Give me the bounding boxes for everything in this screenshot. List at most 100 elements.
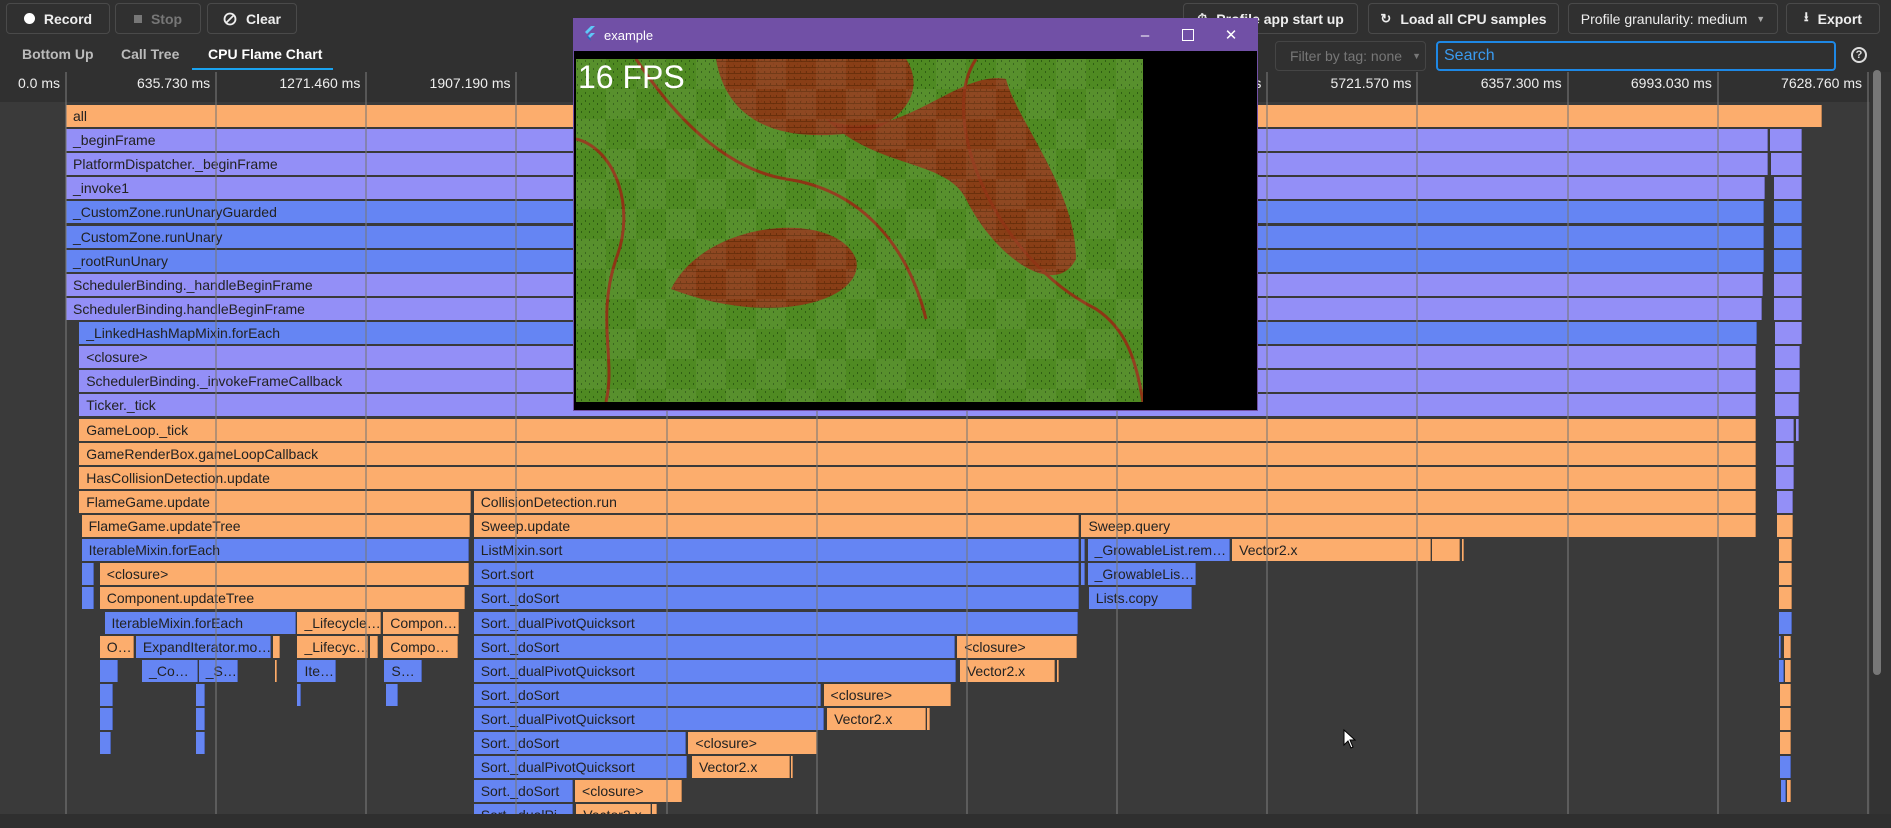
flame-frame[interactable]	[790, 756, 794, 779]
flame-frame[interactable]: O…	[99, 635, 134, 658]
flame-frame[interactable]	[1770, 129, 1802, 152]
flame-frame[interactable]: Sort._doSort	[473, 732, 686, 755]
export-button[interactable]: ⭳ Export	[1786, 3, 1880, 34]
load-all-samples-button[interactable]: ↻ Load all CPU samples	[1368, 3, 1559, 34]
flame-frame[interactable]: S…	[384, 659, 422, 682]
flame-frame[interactable]	[1787, 780, 1791, 803]
flame-frame[interactable]: Sweep.query	[1081, 515, 1756, 538]
profile-granularity-dropdown[interactable]: Profile granularity: medium ▼	[1568, 3, 1778, 34]
flame-frame[interactable]: Vector2.x	[1232, 539, 1432, 562]
tab-call-tree[interactable]: Call Tree	[121, 46, 179, 62]
flame-frame[interactable]: Compo…	[383, 635, 458, 658]
flame-frame[interactable]	[370, 635, 379, 658]
flame-frame[interactable]: Vector2.x	[827, 708, 927, 730]
flame-frame[interactable]	[1779, 708, 1791, 730]
flame-frame[interactable]: Sort._dualPivotQuicksort	[473, 659, 957, 682]
flame-frame[interactable]: Lists.copy	[1088, 587, 1193, 610]
flame-frame[interactable]	[274, 659, 278, 682]
flame-frame[interactable]: GameLoop._tick	[79, 418, 1756, 441]
flame-frame[interactable]	[1776, 442, 1795, 465]
flame-frame[interactable]: CollisionDetection.run	[473, 490, 1756, 513]
flame-frame[interactable]: FlameGame.updateTree	[81, 515, 471, 538]
flame-frame[interactable]: HasCollisionDetection.update	[79, 466, 1756, 489]
flame-frame[interactable]	[1778, 659, 1784, 682]
flame-frame[interactable]	[196, 732, 205, 755]
flame-frame[interactable]: _Lifecyc…	[297, 635, 368, 658]
flame-frame[interactable]: IterableMixin.forEach	[104, 611, 297, 634]
flame-frame[interactable]: Vector2.x	[691, 756, 790, 779]
flame-frame[interactable]	[1774, 322, 1802, 345]
scrollbar-thumb[interactable]	[1873, 70, 1881, 675]
flame-frame[interactable]: Sort._dualPivotQuicksort	[473, 708, 824, 730]
flame-frame[interactable]	[99, 659, 118, 682]
horizontal-scroll-area[interactable]	[0, 814, 1891, 828]
flame-frame[interactable]: IterableMixin.forEach	[81, 539, 469, 562]
flame-frame[interactable]	[1773, 297, 1802, 320]
filter-by-tag-dropdown[interactable]: Filter by tag: none ▼	[1275, 41, 1426, 71]
flame-frame[interactable]	[297, 683, 302, 706]
flame-frame[interactable]	[1779, 683, 1791, 706]
flame-frame[interactable]: Vector2.x	[959, 659, 1055, 682]
help-circle-icon[interactable]: ?	[1851, 47, 1867, 63]
flame-frame[interactable]	[1777, 490, 1794, 513]
flame-frame[interactable]: Compon…	[383, 611, 460, 634]
search-input[interactable]	[1436, 41, 1836, 71]
tab-bottom-up[interactable]: Bottom Up	[22, 46, 94, 62]
flame-frame[interactable]	[652, 804, 657, 814]
maximize-icon[interactable]	[1176, 23, 1200, 47]
flame-frame[interactable]: Sort._doSort	[473, 683, 821, 706]
flame-frame[interactable]	[81, 563, 94, 586]
record-button[interactable]: Record	[6, 3, 110, 34]
flame-frame[interactable]: Sort._doSort	[473, 780, 573, 803]
flame-frame[interactable]: Vector2.x	[576, 804, 652, 814]
flame-frame[interactable]	[1783, 635, 1791, 658]
flame-frame[interactable]: <closure>	[688, 732, 818, 755]
flame-frame[interactable]	[1778, 587, 1792, 610]
flame-frame[interactable]: <closure>	[575, 780, 683, 803]
flame-frame[interactable]	[1774, 370, 1801, 393]
flame-frame[interactable]	[196, 683, 205, 706]
flame-frame[interactable]	[1779, 732, 1791, 755]
flame-frame[interactable]: Sort._dualPi…	[473, 804, 573, 814]
flame-frame[interactable]: Ite…	[297, 659, 337, 682]
flame-frame[interactable]	[1057, 659, 1060, 682]
flame-frame[interactable]	[1778, 611, 1792, 634]
flame-frame[interactable]	[99, 732, 111, 755]
flame-frame[interactable]	[1784, 659, 1791, 682]
flame-frame[interactable]: _S…	[198, 659, 239, 682]
flame-frame[interactable]: ExpandIterator.mo…	[135, 635, 272, 658]
app-window[interactable]: example – ✕ 16 FPS	[573, 18, 1258, 411]
flame-frame[interactable]	[99, 683, 113, 706]
flame-frame[interactable]	[1778, 563, 1792, 586]
flame-frame[interactable]	[1773, 177, 1802, 200]
flame-frame[interactable]	[1773, 273, 1802, 296]
flame-frame[interactable]	[1773, 201, 1802, 224]
tab-cpu-flame-chart[interactable]: CPU Flame Chart	[208, 46, 322, 62]
flame-frame[interactable]: _GrowableLis…	[1087, 563, 1196, 586]
flame-frame[interactable]	[81, 587, 94, 610]
flame-frame[interactable]	[273, 635, 280, 658]
flame-frame[interactable]	[1432, 539, 1461, 562]
close-icon[interactable]: ✕	[1219, 23, 1243, 47]
app-title-bar[interactable]: example – ✕	[574, 19, 1257, 51]
flame-frame[interactable]: FlameGame.update	[79, 490, 472, 513]
flame-frame[interactable]: _Co…	[142, 659, 198, 682]
flame-frame[interactable]	[1081, 539, 1086, 562]
flame-frame[interactable]	[1774, 394, 1800, 417]
flame-frame[interactable]	[1795, 418, 1800, 441]
flame-frame[interactable]	[1777, 515, 1794, 538]
flame-frame[interactable]	[196, 708, 205, 730]
flame-frame[interactable]	[1774, 346, 1801, 369]
clear-button[interactable]: Clear	[207, 3, 297, 34]
flame-frame[interactable]	[1461, 539, 1464, 562]
flame-frame[interactable]: _GrowableList.rem…	[1087, 539, 1230, 562]
flame-frame[interactable]	[1776, 466, 1795, 489]
flame-frame[interactable]: <closure>	[823, 683, 952, 706]
flame-frame[interactable]: ListMixin.sort	[473, 539, 1080, 562]
flame-frame[interactable]: Sort._dualPivotQuicksort	[473, 611, 1078, 634]
flame-frame[interactable]: Component.updateTree	[99, 587, 466, 610]
flame-frame[interactable]: GameRenderBox.gameLoopCallback	[79, 442, 1756, 465]
flame-frame[interactable]	[99, 708, 113, 730]
flame-frame[interactable]	[1773, 249, 1802, 272]
flame-frame[interactable]	[1778, 539, 1792, 562]
